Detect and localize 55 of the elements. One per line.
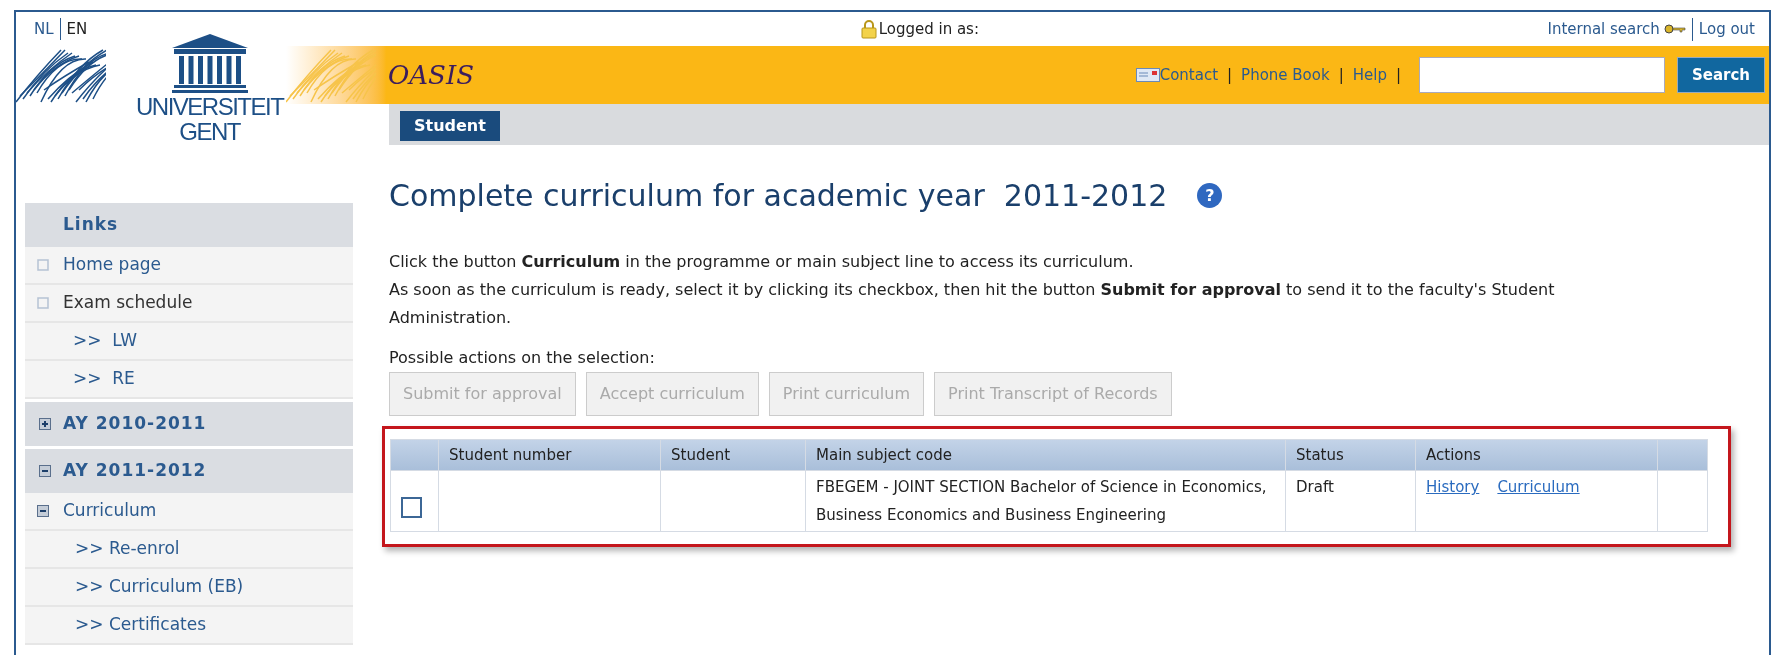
column-header: Status — [1285, 439, 1416, 471]
row-checkbox[interactable] — [401, 496, 422, 518]
help-icon[interactable]: ? — [1197, 183, 1223, 208]
sidebar-subitem[interactable]: >> Certificates — [25, 607, 353, 645]
section-title: AY 2010-2011 — [63, 412, 207, 436]
sidebar-item[interactable]: Curriculum — [25, 493, 353, 531]
sidebar-section-header[interactable]: AY 2011-2012 — [25, 449, 353, 493]
table-cell: FBEGEM - JOINT SECTION Bachelor of Science in Economics, Business Economics and Business Engineering — [805, 470, 1286, 532]
header-link[interactable]: Phone Book — [1241, 63, 1330, 87]
separator: | — [1338, 64, 1344, 86]
search-field[interactable] — [1419, 57, 1665, 93]
collapse-icon[interactable] — [37, 505, 49, 517]
section-title: Links — [63, 213, 119, 237]
sidebar-subitem[interactable]: >> Curriculum (EB) — [25, 569, 353, 607]
separator: | — [1227, 64, 1233, 86]
sidebar-subitem[interactable]: >> Re-enrol — [25, 531, 353, 569]
instruction-text: Click the button Curriculum in the programme or main subject line to access its curriculum. — [389, 251, 1135, 273]
envelope-icon — [1135, 68, 1160, 82]
collapse-icon[interactable] — [39, 465, 51, 477]
header-link[interactable]: Contact — [1159, 63, 1219, 87]
language-link[interactable]: EN — [59, 17, 94, 41]
university-name: GENT — [179, 119, 240, 144]
internal-search-link[interactable]: Internal search — [1547, 18, 1660, 41]
logged-in-label: Logged in as: — [878, 18, 979, 40]
sidebar-subitem[interactable]: >> LW — [25, 323, 353, 361]
instruction-text: As soon as the curriculum is ready, select it by clicking its checkbox, then hit the button Submit for approval to send it to the faculty's Student Administration. — [389, 279, 1556, 329]
column-header: Student — [660, 439, 806, 471]
header-link[interactable]: Help — [1352, 63, 1387, 87]
search-button[interactable]: Search — [1677, 57, 1765, 93]
table-cell: Draft — [1285, 470, 1416, 532]
university-name: UNIVERSITEIT — [136, 94, 284, 119]
expand-icon[interactable] — [39, 418, 51, 430]
column-header: Main subject code — [805, 439, 1286, 471]
logout-link[interactable]: Log out — [1691, 18, 1755, 41]
sidebar-item[interactable]: Home page — [25, 247, 353, 285]
tab[interactable]: Student — [400, 111, 500, 141]
section-title: AY 2011-2012 — [63, 459, 207, 483]
action-link[interactable]: Curriculum — [1497, 473, 1580, 501]
actions-label: Possible actions on the selection: — [389, 347, 656, 369]
bullet-icon — [37, 297, 49, 309]
temple-icon — [169, 32, 250, 94]
column-header: Student number — [438, 439, 661, 471]
language-link[interactable]: NL — [28, 17, 60, 41]
sidebar-subitem[interactable]: >> RE — [25, 361, 353, 399]
sidebar-section-header[interactable]: Links — [25, 203, 353, 247]
sidebar-item[interactable]: Exam schedule — [25, 285, 353, 323]
bullet-icon — [37, 259, 49, 271]
column-header: Actions — [1415, 439, 1658, 471]
page-title: Complete curriculum for academic year 2011-2012 — [389, 177, 1168, 215]
sidebar-section-header[interactable]: AY 2010-2011 — [25, 402, 353, 446]
app-logo: OASIS — [388, 58, 474, 92]
action-link[interactable]: History — [1426, 473, 1480, 501]
separator: | — [1395, 64, 1401, 86]
key-icon — [1663, 24, 1686, 35]
padlock-icon — [860, 19, 877, 39]
